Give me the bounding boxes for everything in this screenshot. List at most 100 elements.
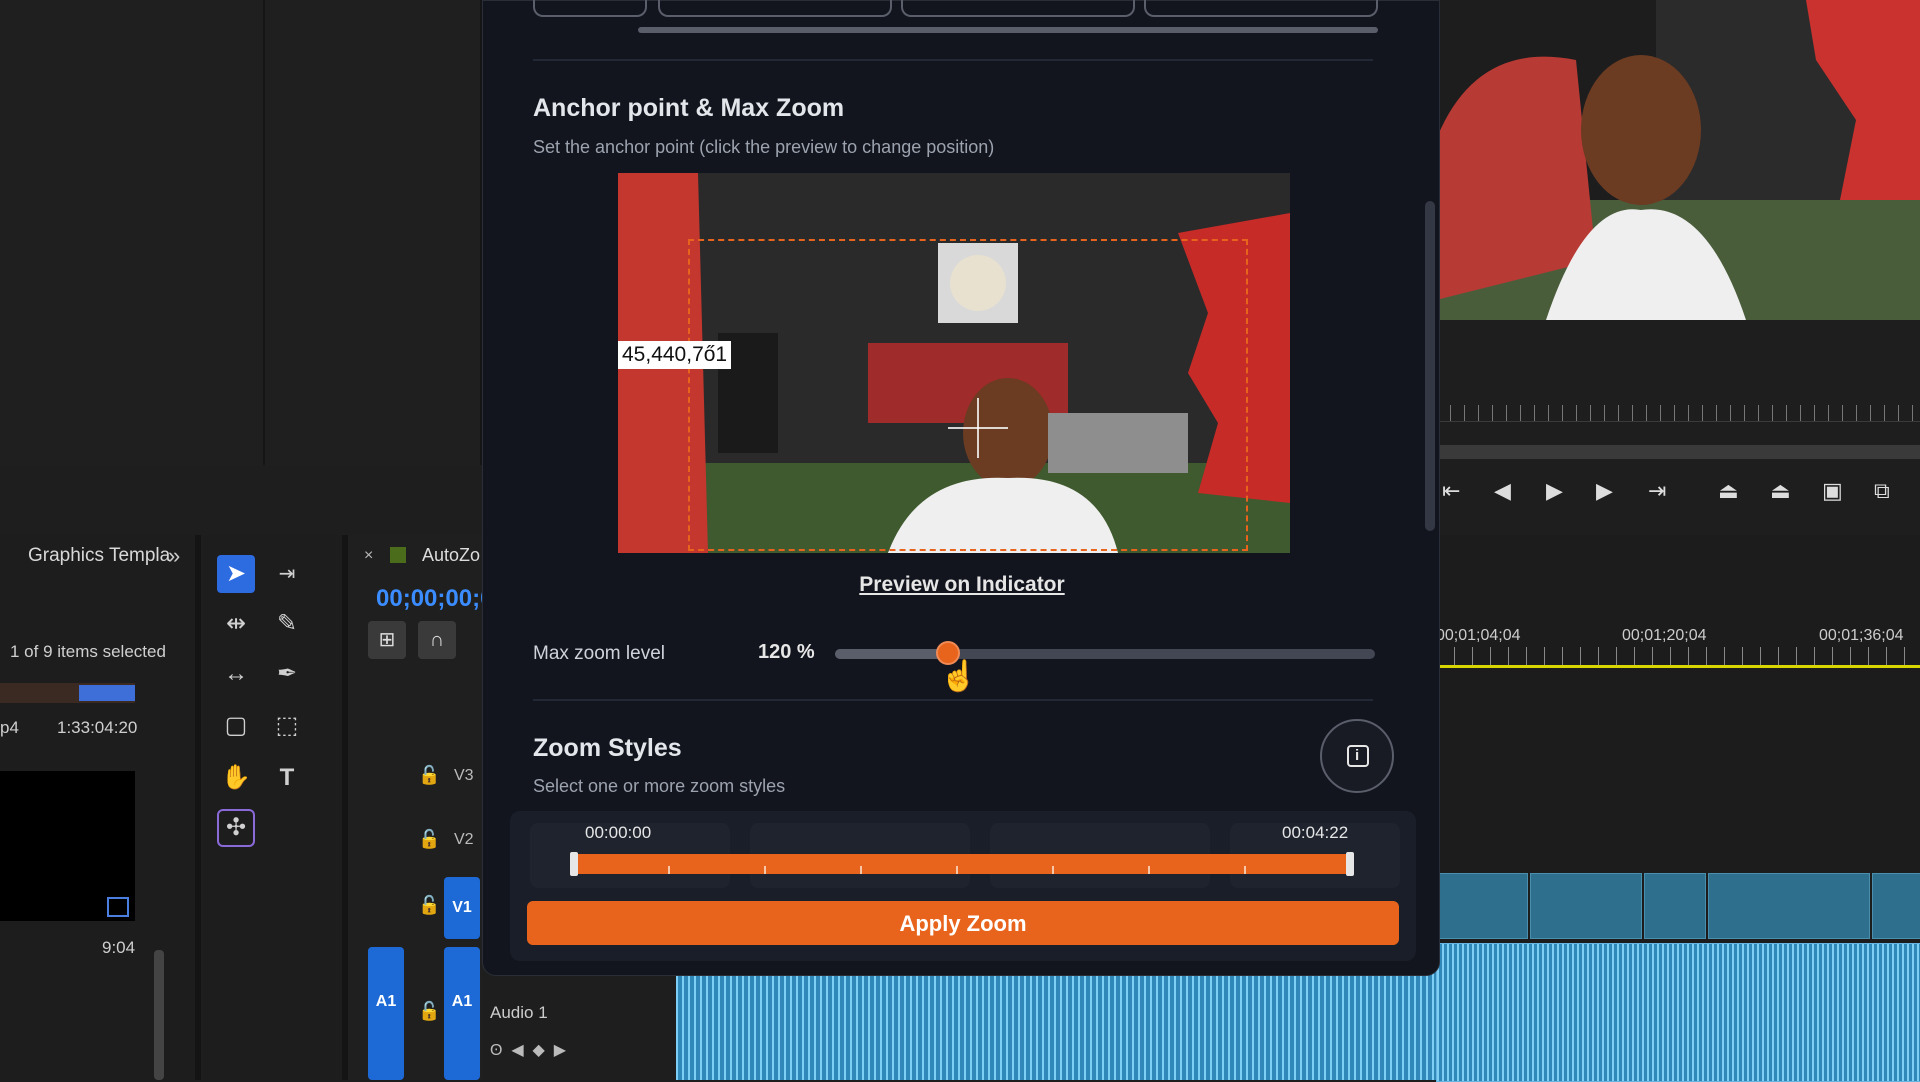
file-name: p4	[0, 718, 19, 737]
zoom-styles-subtitle: Select one or more zoom styles	[533, 776, 786, 796]
track-label-v2[interactable]: V2	[454, 831, 474, 849]
close-sequence-icon[interactable]: ×	[364, 547, 373, 565]
section-divider	[533, 699, 1373, 701]
range-start-handle[interactable]	[570, 852, 578, 876]
double-chevron-right-icon[interactable]: »	[168, 543, 180, 569]
step-back-icon[interactable]: ◀	[1494, 478, 1511, 504]
monitor-time-ruler[interactable]	[1436, 405, 1920, 422]
project-scrollbar[interactable]	[154, 950, 164, 1080]
snap-magnet-icon[interactable]: ∩	[418, 621, 456, 659]
range-end-time: 00:04:22	[1282, 823, 1349, 842]
export-frame-icon[interactable]: ▣	[1822, 478, 1843, 504]
top-scroll-indicator	[638, 27, 1378, 33]
program-monitor-controls: ⇤ ◀ ▶ ▶ ⇥ ⏏ ⏏ ▣ ⧉	[1436, 320, 1920, 535]
insert-nest-icon[interactable]: ⊞	[368, 621, 406, 659]
video-clip[interactable]	[1872, 873, 1920, 939]
range-tick	[1244, 866, 1246, 874]
program-monitor-video[interactable]	[1436, 0, 1920, 320]
keyframe-controls-icon[interactable]: ʘ ◀ ◆ ▶	[490, 1040, 566, 1060]
source-patch-a1[interactable]: A1	[368, 947, 404, 1080]
step-forward-icon[interactable]: ▶	[1596, 478, 1613, 504]
max-zoom-slider[interactable]	[835, 641, 1375, 665]
preview-on-indicator-link[interactable]: Preview on Indicator	[483, 573, 1441, 597]
monitor-scrub-bar[interactable]	[1436, 445, 1920, 459]
anchor-crosshair-icon[interactable]	[948, 398, 1008, 458]
range-tick	[1148, 866, 1150, 874]
style-button[interactable]	[658, 0, 892, 17]
ruler-time: 00;01;36;04	[1819, 627, 1904, 644]
remix-tool-icon[interactable]: ⬚	[268, 707, 306, 745]
section-divider	[533, 59, 1373, 61]
file-duration: 1:33:04:20	[57, 718, 138, 737]
video-clip[interactable]	[1530, 873, 1642, 939]
sequence-icon	[107, 897, 129, 917]
info-button[interactable]	[1320, 719, 1394, 793]
type-tool-icon[interactable]: T	[268, 759, 306, 797]
clip-thumbnail-strip[interactable]	[0, 683, 135, 703]
preview-counter-overlay: 45,440,7ő1	[618, 341, 732, 369]
apply-zoom-button[interactable]: Apply Zoom	[527, 901, 1399, 945]
selection-tool-icon[interactable]: ➤	[217, 555, 255, 593]
range-tick	[668, 866, 670, 874]
video-frame-image	[1436, 0, 1920, 320]
sequence-color-label	[390, 547, 406, 563]
video-clip[interactable]	[1708, 873, 1870, 939]
lock-icon[interactable]: 🔓	[418, 829, 440, 850]
timeline-ruler[interactable]	[1436, 647, 1920, 665]
hand-tool-icon[interactable]: ✋	[217, 759, 255, 797]
range-tick	[956, 866, 958, 874]
play-icon[interactable]: ▶	[1546, 478, 1563, 504]
ruler-time: 00;01;20;04	[1622, 627, 1707, 644]
track-label-v3[interactable]: V3	[454, 767, 474, 785]
style-button[interactable]	[901, 0, 1135, 17]
info-icon	[1347, 745, 1369, 767]
track-label-v1[interactable]: V1	[444, 877, 480, 939]
anchor-preview[interactable]: 45,440,7ő1	[618, 173, 1290, 553]
extract-icon[interactable]: ⏏	[1770, 478, 1791, 504]
range-end-handle[interactable]	[1346, 852, 1354, 876]
video-clip[interactable]	[1644, 873, 1706, 939]
autozoom-modal: Anchor point & Max Zoom Set the anchor p…	[482, 0, 1440, 976]
go-to-in-icon[interactable]: ⇤	[1442, 478, 1460, 504]
razor-tool-icon[interactable]: ✎	[268, 605, 306, 643]
go-to-out-icon[interactable]: ⇥	[1648, 478, 1666, 504]
sequence-tab[interactable]: AutoZo	[422, 545, 480, 566]
tools-panel: ➤ ⇥ ⇹ ✎ ↔ ✒ ▢ ⬚ ✋ T ✣	[202, 535, 348, 1080]
ruler-time: 00;01;04;04	[1436, 627, 1521, 644]
anchor-zoom-box[interactable]	[688, 239, 1248, 551]
clip-thumbnail[interactable]	[0, 771, 135, 921]
video-clip[interactable]	[1436, 873, 1528, 939]
audio-waveform-clip[interactable]	[1436, 943, 1920, 1082]
timeline-track-headers: × AutoZo 00;00;00;0 ⊞ ∩ 🔓 V3 🔓 V2 🔓 V1 A…	[348, 535, 493, 1080]
hand-cursor-icon: ☝	[940, 660, 978, 693]
lift-icon[interactable]: ⏏	[1718, 478, 1739, 504]
items-selected-count: 1 of 9 items selected	[10, 642, 166, 661]
playhead-timecode[interactable]: 00;00;00;0	[376, 585, 493, 613]
work-area-bar[interactable]	[1436, 665, 1920, 668]
modal-scrollbar[interactable]	[1425, 201, 1435, 531]
panel-divider	[263, 0, 265, 465]
pen-tool-icon[interactable]: ✒	[268, 655, 306, 693]
lock-icon[interactable]: 🔓	[418, 765, 440, 786]
graphics-templates-tab[interactable]: Graphics Templa	[28, 545, 170, 567]
rectangle-tool-icon[interactable]: ▢	[217, 707, 255, 745]
extension-tool-icon[interactable]: ✣	[217, 809, 255, 847]
sequence-icon	[79, 685, 135, 701]
lock-icon[interactable]: 🔓	[418, 1001, 440, 1022]
ripple-edit-tool-icon[interactable]: ⇹	[217, 605, 255, 643]
audio-track-name: Audio 1	[490, 1003, 548, 1022]
style-button[interactable]	[533, 0, 647, 17]
max-zoom-slider-fill	[835, 649, 949, 659]
button-editor-icon[interactable]: ⧉	[1874, 478, 1890, 504]
slip-tool-icon[interactable]: ↔	[217, 655, 255, 693]
style-button[interactable]	[1144, 0, 1378, 17]
range-tick	[1052, 866, 1054, 874]
clip-duration: 9:04	[102, 938, 136, 957]
track-label-a1[interactable]: A1	[444, 947, 480, 1080]
source-panel-area	[0, 0, 482, 465]
lock-icon[interactable]: 🔓	[418, 895, 440, 916]
range-start-time: 00:00:00	[585, 823, 652, 842]
timeline-clips-area: 00;01;04;04 00;01;20;04 00;01;36;04	[1436, 535, 1920, 1082]
time-range-bar[interactable]	[570, 852, 1354, 876]
track-select-tool-icon[interactable]: ⇥	[268, 555, 306, 593]
